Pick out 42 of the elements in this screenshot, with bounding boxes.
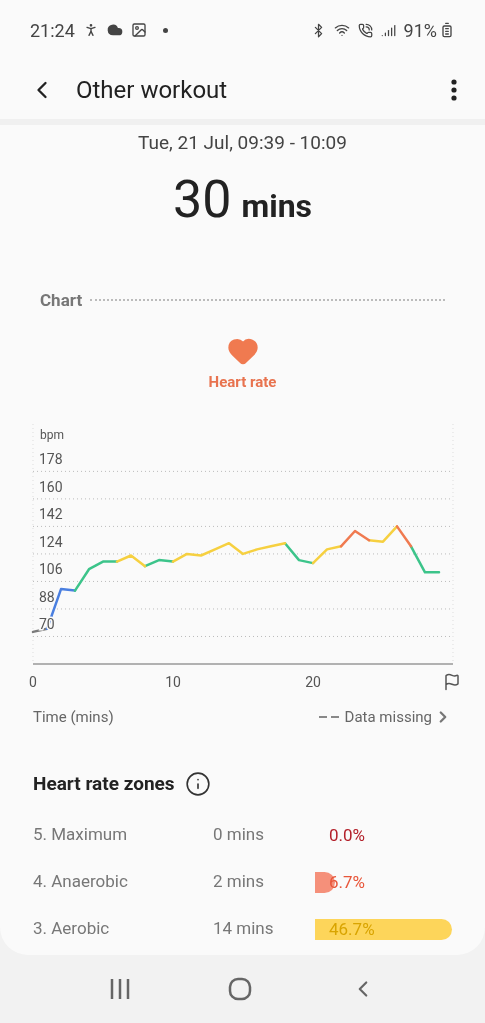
battery-percent: 91% — [403, 18, 437, 43]
dashed-line-icon — [318, 714, 339, 719]
y-tick-label: 178 — [39, 450, 63, 467]
x-tick-label: 0 — [29, 673, 37, 690]
image-icon — [130, 22, 147, 38]
more-options-icon — [451, 78, 457, 101]
x-tick-label: 10 — [165, 673, 181, 690]
finish-flag-icon — [443, 672, 461, 691]
workout-date: Tue, 21 Jul, 09:39 - 10:09 — [137, 130, 348, 156]
page-title: Other workout — [76, 74, 229, 106]
zone-name: 3. Aerobic — [33, 917, 111, 941]
y-tick-label: 106 — [39, 560, 63, 577]
y-tick-label: 124 — [39, 533, 63, 550]
zone-duration: 0 mins — [213, 823, 265, 847]
more-options-button[interactable] — [451, 78, 457, 101]
battery-icon — [439, 22, 455, 38]
duration-unit: mins — [241, 189, 312, 222]
x-tick-label: 20 — [305, 673, 321, 690]
zone-percent: 0.0% — [329, 824, 366, 846]
wifi-icon — [333, 22, 350, 38]
y-tick-label: 142 — [39, 505, 63, 522]
y-tick-label: 160 — [39, 478, 63, 495]
zone-name: 5. Maximum — [33, 823, 129, 847]
duration-value: 30 — [173, 173, 232, 226]
signal-icon — [380, 22, 396, 38]
phone-icon — [357, 22, 373, 38]
zone-duration: 2 mins — [213, 870, 265, 894]
info-icon[interactable] — [184, 771, 211, 798]
status-time: 21:24 — [30, 18, 75, 43]
y-tick-label: 88 — [39, 588, 55, 605]
y-axis-label: bpm — [40, 427, 64, 442]
data-missing-link[interactable]: Data missing — [344, 705, 452, 728]
zone-percent: 46.7% — [329, 918, 375, 940]
cloud-icon — [106, 22, 123, 38]
recent-apps-button[interactable] — [108, 979, 131, 999]
zones-title: Heart rate zones — [33, 771, 175, 797]
zone-name: 4. Anaerobic — [33, 870, 129, 894]
home-button[interactable] — [228, 977, 253, 1001]
x-axis-label: Time (mins) — [33, 706, 115, 728]
section-title: Chart — [40, 288, 83, 312]
zone-duration: 14 mins — [213, 917, 275, 941]
metric-label: Heart rate — [208, 372, 277, 393]
